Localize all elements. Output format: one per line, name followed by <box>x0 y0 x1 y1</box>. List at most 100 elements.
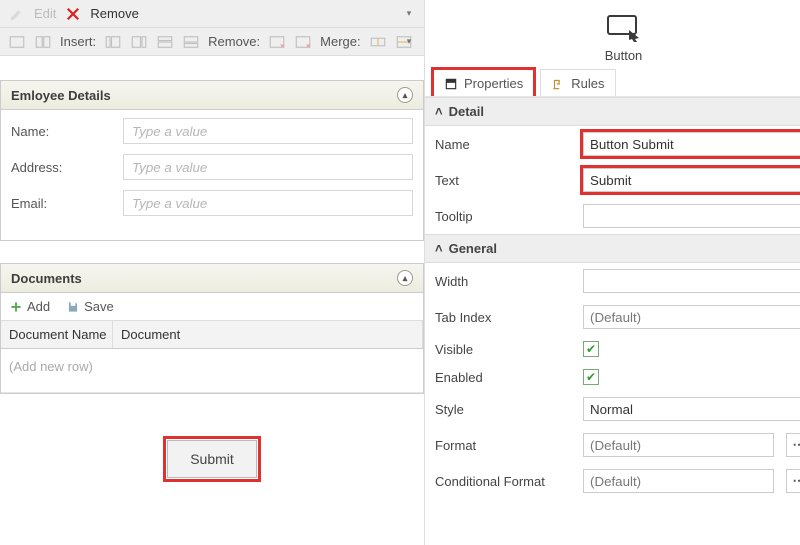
panel-documents: Documents ▴ Add Save Document Name Docum <box>0 263 424 394</box>
remove-col-icon[interactable] <box>266 31 288 53</box>
prop-name-row: Name <box>425 126 800 162</box>
edit-label: Edit <box>32 6 58 21</box>
remove-icon[interactable] <box>62 3 84 25</box>
tab-properties[interactable]: Properties <box>433 69 534 97</box>
prop-style-label: Style <box>435 402 575 417</box>
chevron-up-icon: ˄ <box>435 241 443 256</box>
inspector-tabs: Properties Rules <box>425 69 800 97</box>
properties-icon <box>444 77 458 91</box>
add-button[interactable]: Add <box>9 299 50 314</box>
prop-tabindex-input[interactable] <box>583 305 800 329</box>
documents-actions: Add Save <box>1 293 423 321</box>
collapse-icon[interactable]: ▴ <box>397 87 413 103</box>
prop-format-input[interactable] <box>583 433 774 457</box>
panel-documents-header[interactable]: Documents ▴ <box>1 264 423 293</box>
app-root: Edit Remove ▾ Insert: Remove: Merge: ▾ <box>0 0 800 545</box>
layout-icon-1[interactable] <box>6 31 28 53</box>
chevron-up-icon: ˄ <box>435 104 443 119</box>
prop-width-input[interactable] <box>583 269 800 293</box>
tab-properties-label: Properties <box>464 76 523 91</box>
prop-enabled-row: Enabled ✔ <box>425 363 800 391</box>
toolbar-top: Edit Remove ▾ <box>0 0 424 28</box>
row-name: Name: <box>11 118 413 144</box>
section-general-header[interactable]: ˄ General <box>425 234 800 263</box>
merge-label: Merge: <box>318 34 362 49</box>
remove-cols-label: Remove: <box>206 34 262 49</box>
insert-col-left-icon[interactable] <box>102 31 124 53</box>
submit-button[interactable]: Submit <box>167 440 257 478</box>
section-general-label: General <box>449 241 497 256</box>
designer-canvas: Emloyee Details ▴ Name: Address: Email: <box>0 56 424 545</box>
prop-format-browse[interactable]: ⋯ <box>786 433 800 457</box>
selected-element-chip: Button <box>425 0 800 69</box>
row-address: Address: <box>11 154 413 180</box>
remove-label: Remove <box>88 6 140 21</box>
insert-row-below-icon[interactable] <box>180 31 202 53</box>
toolbar-layout: Insert: Remove: Merge: ▾ <box>0 28 424 56</box>
save-label: Save <box>84 299 114 314</box>
insert-col-right-icon[interactable] <box>128 31 150 53</box>
prop-text-input[interactable] <box>583 168 800 192</box>
edit-icon[interactable] <box>6 3 28 25</box>
panel-documents-title: Documents <box>11 271 82 286</box>
insert-row-above-icon[interactable] <box>154 31 176 53</box>
add-label: Add <box>27 299 50 314</box>
add-new-row[interactable]: (Add new row) <box>1 349 423 393</box>
save-button[interactable]: Save <box>66 299 114 314</box>
prop-text-row: Text <box>425 162 800 198</box>
prop-name-label: Name <box>435 137 575 152</box>
documents-table-header: Document Name Document <box>1 321 423 349</box>
prop-format-label: Format <box>435 438 575 453</box>
toolbar-top-overflow-icon[interactable]: ▾ <box>402 6 416 20</box>
panel-employee-body: Name: Address: Email: <box>1 110 423 240</box>
selected-element-type: Button <box>605 48 643 63</box>
prop-condformat-input[interactable] <box>583 469 774 493</box>
toolbar-layout-overflow-icon[interactable]: ▾ <box>402 34 416 48</box>
prop-enabled-checkbox[interactable]: ✔ <box>583 369 599 385</box>
name-input[interactable] <box>123 118 413 144</box>
prop-visible-checkbox[interactable]: ✔ <box>583 341 599 357</box>
prop-name-input[interactable] <box>583 132 800 156</box>
email-input[interactable] <box>123 190 413 216</box>
button-element-icon <box>605 12 643 42</box>
prop-width-label: Width <box>435 274 575 289</box>
prop-tabindex-row: Tab Index <box>425 299 800 335</box>
prop-format-row: Format ⋯ <box>425 427 800 463</box>
submit-area: Submit <box>0 416 424 498</box>
panel-employee-header[interactable]: Emloyee Details ▴ <box>1 81 423 110</box>
prop-enabled-label: Enabled <box>435 370 575 385</box>
address-input[interactable] <box>123 154 413 180</box>
col-doc-name: Document Name <box>1 321 113 348</box>
remove-row-icon[interactable] <box>292 31 314 53</box>
insert-label: Insert: <box>58 34 98 49</box>
row-email: Email: <box>11 190 413 216</box>
name-label: Name: <box>11 124 123 139</box>
prop-condformat-row: Conditional Format ⋯ <box>425 463 800 499</box>
tab-rules[interactable]: Rules <box>540 69 615 97</box>
tab-rules-label: Rules <box>571 76 604 91</box>
prop-visible-row: Visible ✔ <box>425 335 800 363</box>
rules-icon <box>551 77 565 91</box>
designer-pane: Edit Remove ▾ Insert: Remove: Merge: ▾ <box>0 0 425 545</box>
prop-tooltip-input[interactable] <box>583 204 800 228</box>
address-label: Address: <box>11 160 123 175</box>
col-doc: Document <box>113 321 423 348</box>
prop-tooltip-label: Tooltip <box>435 209 575 224</box>
panel-employee: Emloyee Details ▴ Name: Address: Email: <box>0 80 424 241</box>
panel-employee-title: Emloyee Details <box>11 88 111 103</box>
prop-visible-label: Visible <box>435 342 575 357</box>
prop-width-row: Width <box>425 263 800 299</box>
prop-condformat-label: Conditional Format <box>435 474 575 489</box>
prop-tabindex-label: Tab Index <box>435 310 575 325</box>
prop-condformat-browse[interactable]: ⋯ <box>786 469 800 493</box>
section-detail-header[interactable]: ˄ Detail <box>425 97 800 126</box>
layout-icon-2[interactable] <box>32 31 54 53</box>
save-icon <box>66 300 80 314</box>
collapse-icon[interactable]: ▴ <box>397 270 413 286</box>
prop-text-label: Text <box>435 173 575 188</box>
prop-tooltip-row: Tooltip <box>425 198 800 234</box>
prop-style-row: Style ▾ <box>425 391 800 427</box>
merge-horizontal-icon[interactable] <box>367 31 389 53</box>
inspector-pane: Button Properties Rules ˄ Detail Name Te… <box>425 0 800 545</box>
prop-style-select[interactable] <box>583 397 800 421</box>
